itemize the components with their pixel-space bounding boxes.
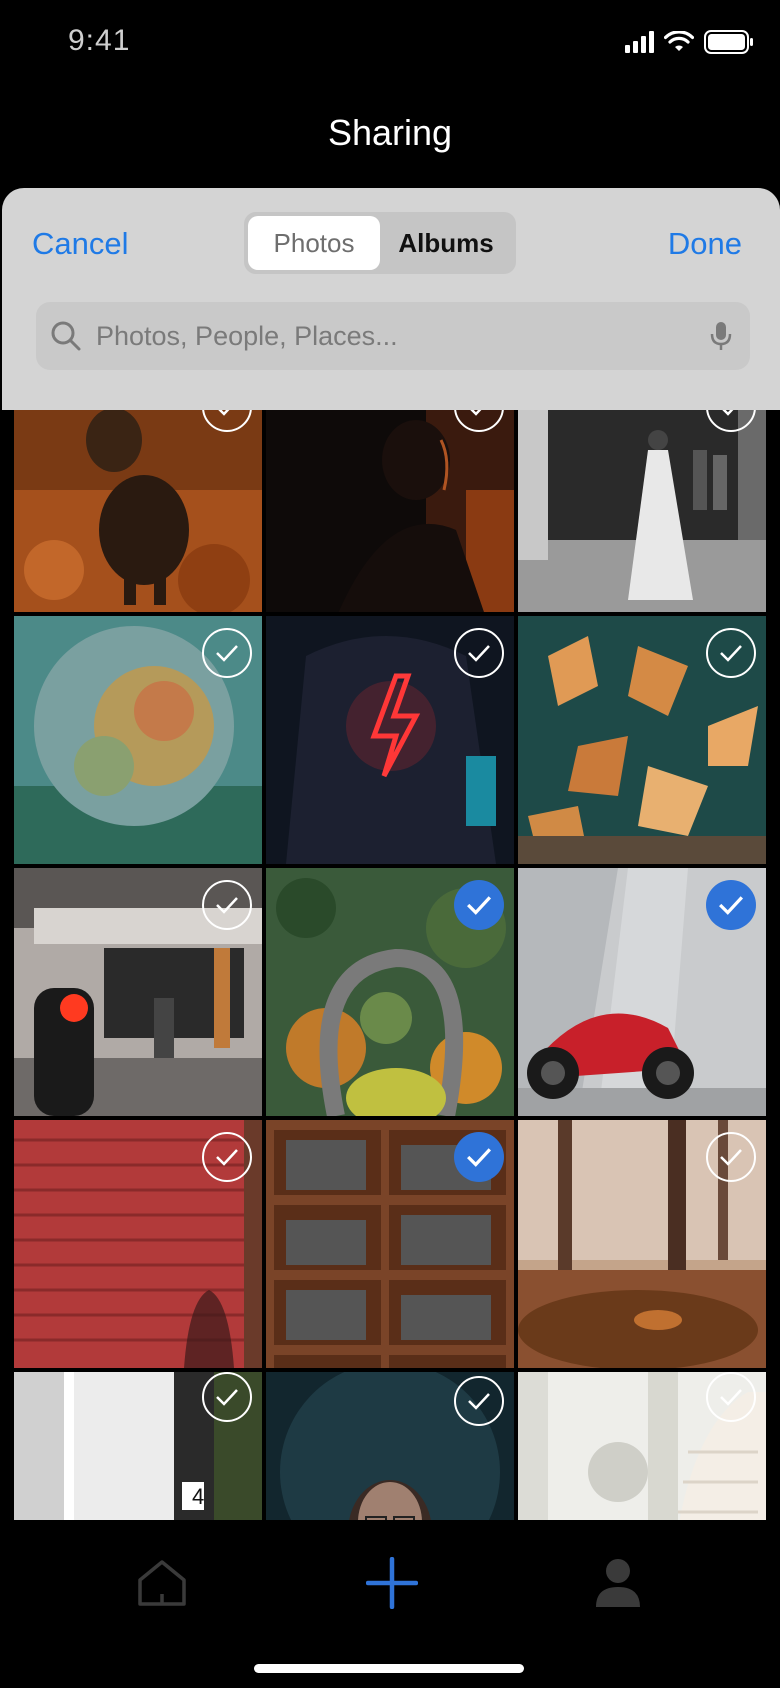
- photo-tile[interactable]: [266, 868, 514, 1116]
- photo-grid: 4: [14, 370, 766, 1520]
- photo-tile[interactable]: [518, 1120, 766, 1368]
- select-check-icon[interactable]: [706, 880, 756, 930]
- page-title: Sharing: [327, 112, 453, 153]
- tab-profile[interactable]: [578, 1548, 658, 1618]
- photo-tile[interactable]: [518, 1372, 766, 1520]
- wifi-icon: [664, 31, 694, 51]
- house-number: 4: [192, 1484, 205, 1509]
- select-check-icon[interactable]: [202, 628, 252, 678]
- cancel-button[interactable]: Cancel: [32, 226, 129, 262]
- segmented-control: Photos Albums: [244, 212, 516, 274]
- signal-icon: [625, 31, 654, 53]
- search-input[interactable]: [96, 320, 676, 352]
- home-icon: [138, 1560, 186, 1606]
- photo-tile[interactable]: [14, 616, 262, 864]
- photo-tile[interactable]: [266, 616, 514, 864]
- photo-tile[interactable]: 4: [14, 1372, 262, 1520]
- status-icons: [625, 30, 754, 54]
- microphone-icon[interactable]: [710, 320, 732, 352]
- select-check-icon[interactable]: [202, 1132, 252, 1182]
- status-bar: 9:41: [0, 0, 780, 88]
- tab-photos[interactable]: Photos: [248, 216, 380, 270]
- select-check-icon[interactable]: [706, 1372, 756, 1422]
- battery-icon: [704, 30, 753, 54]
- profile-icon: [596, 1559, 640, 1607]
- select-check-icon[interactable]: [454, 1376, 504, 1426]
- picker-sheet: Cancel Photos Albums Done: [2, 188, 780, 410]
- search-bar[interactable]: [36, 302, 750, 370]
- tab-bar: [0, 1520, 780, 1688]
- photo-tile[interactable]: [266, 1372, 514, 1520]
- tab-add[interactable]: [352, 1548, 432, 1618]
- select-check-icon[interactable]: [706, 628, 756, 678]
- photo-tile[interactable]: [518, 868, 766, 1116]
- tab-home[interactable]: [122, 1548, 202, 1618]
- done-button[interactable]: Done: [668, 226, 742, 262]
- select-check-icon[interactable]: [202, 1372, 252, 1422]
- status-time: 9:41: [68, 24, 131, 57]
- photo-tile[interactable]: [14, 1120, 262, 1368]
- select-check-icon[interactable]: [454, 628, 504, 678]
- select-check-icon[interactable]: [454, 1132, 504, 1182]
- select-check-icon[interactable]: [454, 880, 504, 930]
- search-icon: [51, 321, 81, 351]
- photo-tile[interactable]: [518, 616, 766, 864]
- select-check-icon[interactable]: [706, 1132, 756, 1182]
- tab-albums[interactable]: Albums: [380, 216, 512, 270]
- photo-tile[interactable]: [266, 1120, 514, 1368]
- photo-tile[interactable]: [14, 868, 262, 1116]
- select-check-icon[interactable]: [202, 880, 252, 930]
- home-indicator: [254, 1664, 524, 1673]
- add-icon: [366, 1557, 418, 1609]
